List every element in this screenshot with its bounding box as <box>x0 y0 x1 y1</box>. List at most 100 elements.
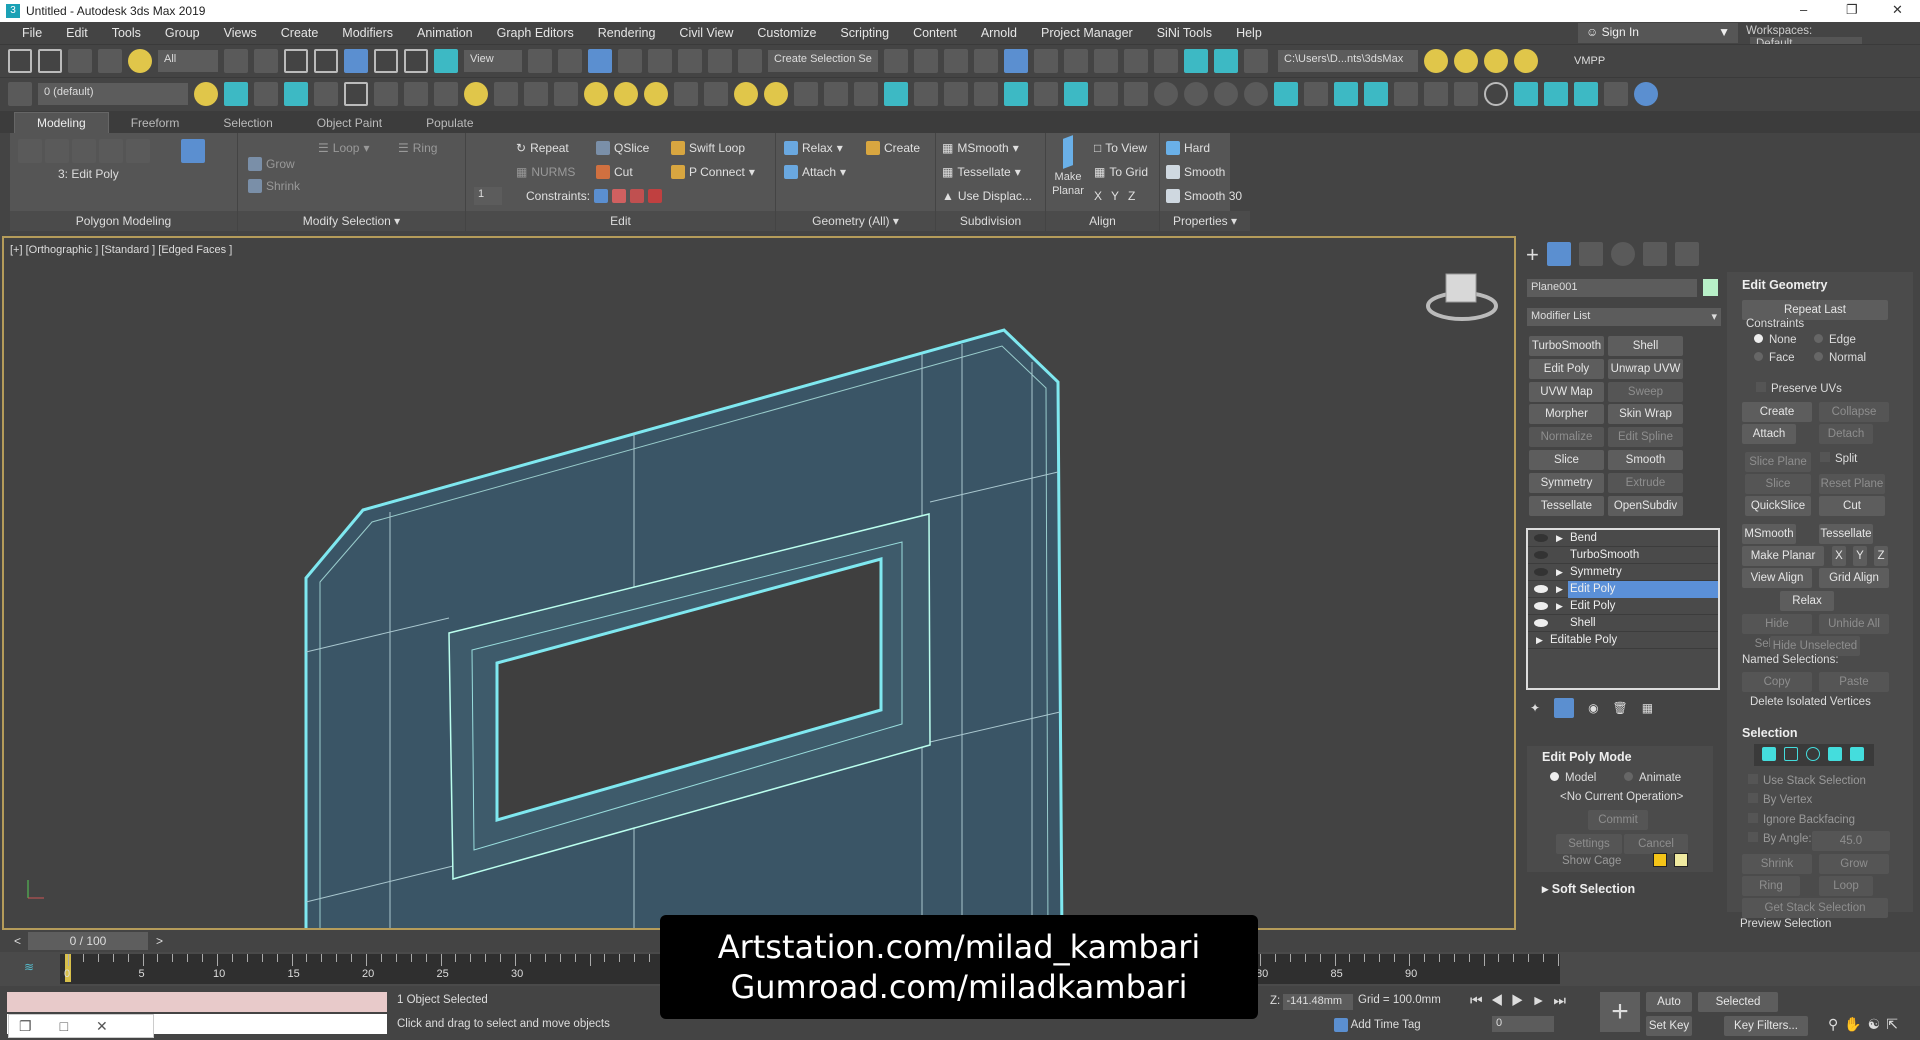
material-browser-icon[interactable] <box>1034 82 1058 106</box>
constraint-edge-icon[interactable] <box>612 189 627 203</box>
p-connect-button[interactable]: P Connect ▾ <box>671 161 755 183</box>
stack-item[interactable]: ▶ Edit Poly <box>1528 581 1718 598</box>
selection-title[interactable]: Selection <box>1742 726 1798 740</box>
viewcube[interactable] <box>1426 273 1498 321</box>
menu-graph-editors[interactable]: Graph Editors <box>485 26 586 40</box>
use-stack-selection-checkbox[interactable]: Use Stack Selection <box>1748 774 1866 787</box>
sphere-dark-icon[interactable] <box>524 82 548 106</box>
bottle-icon[interactable] <box>1064 82 1088 106</box>
gear-blue-icon[interactable] <box>884 82 908 106</box>
modifier-button[interactable]: Sweep <box>1608 381 1683 402</box>
modifier-button[interactable]: Skin Wrap <box>1608 404 1683 425</box>
modifier-button[interactable]: Extrude <box>1608 472 1683 493</box>
hide-selected-button[interactable]: Hide Selected <box>1742 614 1812 650</box>
layers-icon[interactable] <box>8 82 32 106</box>
hierarchy-tab-icon[interactable] <box>1578 242 1603 266</box>
modifier-button[interactable]: Symmetry <box>1529 472 1604 493</box>
prev-frame-icon[interactable]: < <box>14 934 21 948</box>
tab-populate[interactable]: Populate <box>404 113 495 133</box>
modifier-button[interactable]: UVW Map <box>1529 381 1604 402</box>
sun-light-icon[interactable] <box>1304 82 1328 106</box>
stack-item[interactable]: Shell <box>1528 615 1718 632</box>
selection-filter-dropdown[interactable]: All <box>158 50 218 72</box>
modifier-button[interactable]: Edit Spline <box>1608 427 1683 448</box>
menu-modifiers[interactable]: Modifiers <box>330 26 405 40</box>
select-in-layer-icon[interactable] <box>254 82 278 106</box>
manipulate-icon[interactable] <box>588 49 612 73</box>
ring-light-icon[interactable] <box>644 82 668 106</box>
element-level-icon[interactable] <box>1850 747 1864 761</box>
key-filters-button[interactable]: Key Filters... <box>1724 1016 1808 1036</box>
ribbon-toggle-icon[interactable] <box>1004 49 1028 73</box>
grow-button[interactable]: Grow <box>248 153 295 175</box>
menu-help[interactable]: Help <box>1224 26 1274 40</box>
cross-icon[interactable] <box>1124 82 1148 106</box>
modifier-button[interactable]: Smooth <box>1608 450 1683 470</box>
box-light-icon[interactable] <box>584 82 608 106</box>
angle-spinner[interactable]: 45.0 <box>1812 831 1890 851</box>
unlink-icon[interactable] <box>98 49 122 73</box>
object-name-field[interactable]: Plane001 <box>1527 279 1697 297</box>
dot-icon[interactable] <box>1184 82 1208 106</box>
relax-button[interactable]: Relax <box>1780 591 1834 611</box>
hard-button[interactable]: Hard <box>1166 137 1210 159</box>
move-icon[interactable] <box>344 49 368 73</box>
project-new-icon[interactable] <box>1484 49 1508 73</box>
project-folder-icon[interactable] <box>1454 49 1478 73</box>
msmooth-button[interactable]: MSmooth <box>1742 524 1796 544</box>
constraint-normal-icon[interactable] <box>648 189 663 203</box>
constraint-none-radio[interactable]: None <box>1754 334 1797 346</box>
qslice-button[interactable]: QSlice <box>596 137 649 159</box>
sun-icon[interactable] <box>734 82 758 106</box>
edge-level-icon[interactable] <box>1784 747 1798 761</box>
attach-button[interactable]: Attach ▾ <box>784 161 846 183</box>
element-icon[interactable] <box>126 139 150 163</box>
camera-icon[interactable] <box>494 82 518 106</box>
preserve-uvs-checkbox[interactable]: Preserve UVs <box>1756 382 1842 395</box>
ring-icon[interactable] <box>1484 82 1508 106</box>
align-z-button[interactable]: Z <box>1128 189 1135 203</box>
menu-content[interactable]: Content <box>901 26 969 40</box>
expand-triangle-icon[interactable]: ▶ <box>1536 632 1543 649</box>
by-vertex-checkbox[interactable]: By Vertex <box>1748 793 1812 806</box>
loop-button[interactable]: Loop <box>1819 876 1873 896</box>
menu-scripting[interactable]: Scripting <box>828 26 901 40</box>
constraint-edge-radio[interactable]: Edge <box>1814 334 1856 346</box>
maxscript-listener[interactable] <box>7 992 387 1012</box>
reset-plane-button[interactable]: Reset Plane <box>1819 474 1885 494</box>
sphere-icon[interactable] <box>764 82 788 106</box>
menu-tools[interactable]: Tools <box>100 26 153 40</box>
modifier-button[interactable]: OpenSubdiv <box>1608 495 1683 516</box>
polygon-icon[interactable] <box>99 139 123 163</box>
vertex-level-icon[interactable] <box>1762 747 1776 761</box>
y-button[interactable]: Y <box>1853 546 1867 566</box>
pin-stack-icon[interactable]: ✦ <box>1530 701 1540 715</box>
mirror-icon[interactable] <box>884 49 908 73</box>
create-button[interactable]: Create <box>866 137 920 159</box>
play-frame-icon[interactable] <box>1574 82 1598 106</box>
shrink-button[interactable]: Shrink <box>1742 854 1812 874</box>
teapot-wire-icon[interactable] <box>674 82 698 106</box>
get-stack-selection-button[interactable]: Get Stack Selection <box>1742 898 1888 918</box>
edit-poly-mode-title[interactable]: Edit Poly Mode <box>1542 750 1632 764</box>
modifier-button[interactable]: Slice <box>1529 450 1604 470</box>
create-tab-icon[interactable]: + <box>1526 242 1539 268</box>
light-icon[interactable] <box>464 82 488 106</box>
set-current-layer-icon[interactable] <box>284 82 308 106</box>
stack-item[interactable]: ▶ Edit Poly <box>1528 598 1718 615</box>
ignore-backfacing-checkbox[interactable]: Ignore Backfacing <box>1748 813 1855 826</box>
to-grid-button[interactable]: ▦ To Grid <box>1094 161 1148 183</box>
frame-icon[interactable] <box>1514 82 1538 106</box>
tab-modeling[interactable]: Modeling <box>14 112 109 133</box>
create-layer-icon[interactable] <box>194 82 218 106</box>
stack-item[interactable]: ▶ Symmetry <box>1528 564 1718 581</box>
expand-triangle-icon[interactable]: ▶ <box>1556 598 1563 615</box>
panel-title[interactable]: Subdivision <box>936 211 1045 231</box>
commit-button[interactable]: Commit <box>1588 810 1648 830</box>
border-icon[interactable] <box>72 139 96 163</box>
snap-3d-icon[interactable] <box>618 49 642 73</box>
list-icon[interactable] <box>1394 82 1418 106</box>
shrink-button[interactable]: Shrink <box>248 175 300 197</box>
angle-snap-icon[interactable] <box>648 49 672 73</box>
constraint-normal-radio[interactable]: Normal <box>1814 352 1866 364</box>
